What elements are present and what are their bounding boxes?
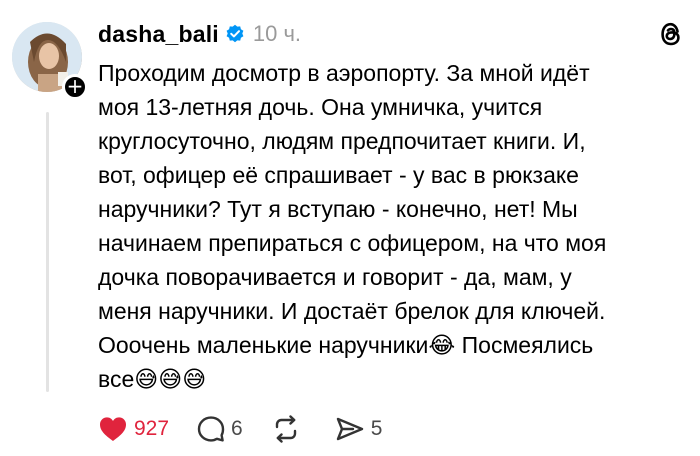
comment-count: 6 [231,417,243,440]
share-count: 5 [370,417,383,440]
verified-badge-icon [225,24,245,44]
comment-button[interactable]: 6 [197,415,243,443]
post-actions-bar: 927 6 5 [98,412,410,446]
thread-line [46,112,49,392]
username-link[interactable]: dasha_bali [98,21,219,48]
post-timestamp: 10 ч. [252,21,302,46]
heart-icon [100,417,126,441]
threads-logo-icon[interactable] [658,20,684,48]
comment-bubble-icon [197,416,225,442]
like-count: 927 [134,417,170,440]
send-icon [336,417,363,441]
repost-button[interactable] [271,415,307,443]
plus-icon: + [66,74,84,98]
post-header: dasha_bali 10 ч. [98,18,301,50]
repost-icon [275,415,296,443]
post-body-text: Проходим досмотр в аэропорту. За мной ид… [98,60,607,392]
follow-plus-button[interactable]: + [62,74,88,100]
share-button[interactable]: 5 [335,415,383,443]
like-button[interactable]: 927 [98,415,169,443]
